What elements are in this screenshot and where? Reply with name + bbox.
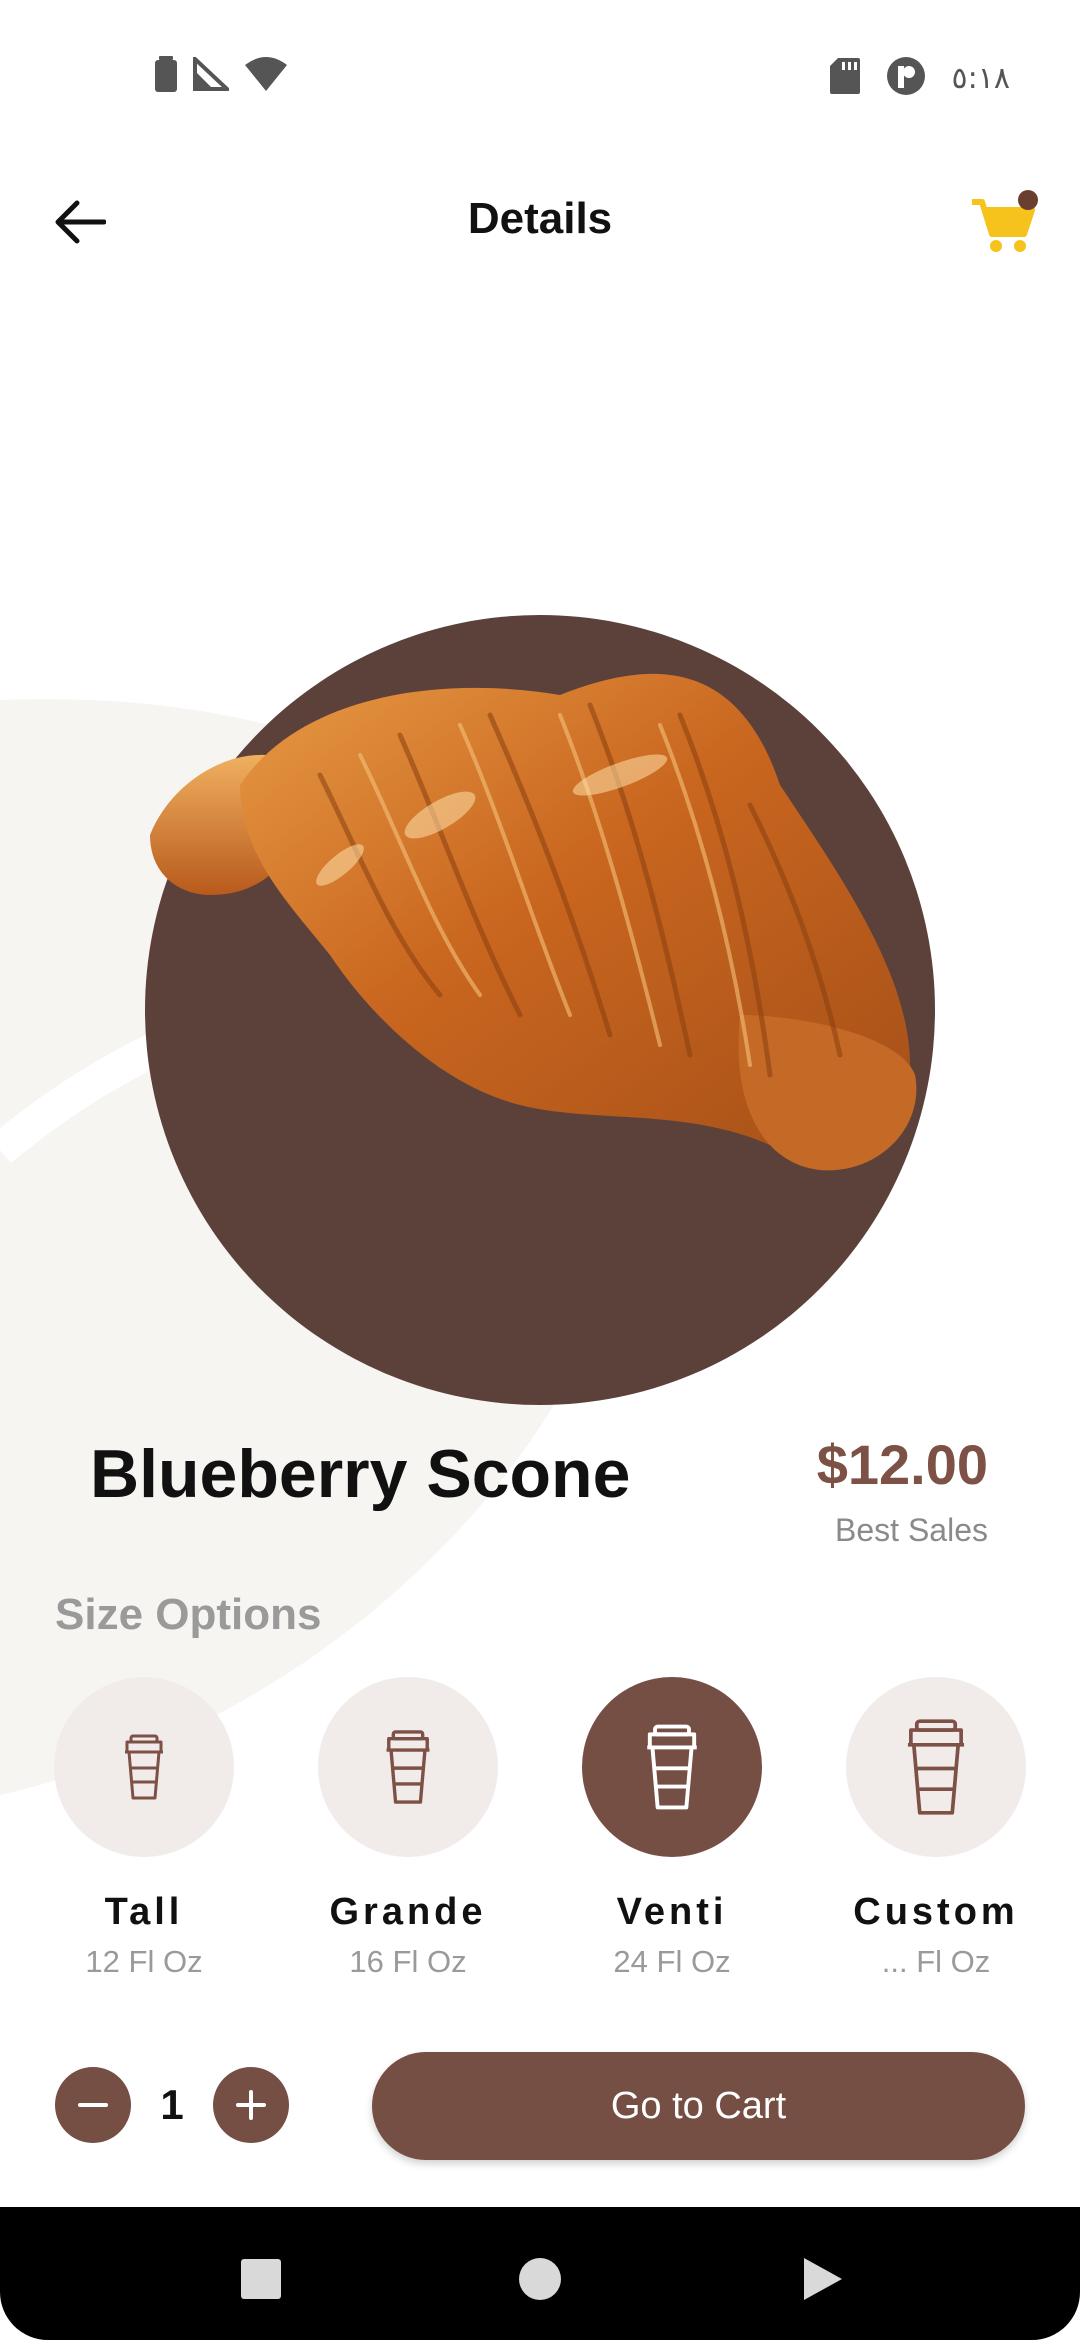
- recents-square-icon: [241, 2259, 281, 2299]
- size-options: Tall 12 Fl Oz Grande 16 Fl Oz Venti 24 F…: [0, 1677, 1080, 1997]
- size-option-tall[interactable]: Tall 12 Fl Oz: [34, 1677, 254, 1980]
- price-subtitle: Best Sales: [835, 1512, 988, 1548]
- app-notification-icon: [886, 56, 926, 101]
- shopping-cart-icon: [972, 190, 1038, 252]
- size-name: Grande: [329, 1891, 487, 1933]
- quantity-value: 1: [160, 2081, 184, 2128]
- increase-button[interactable]: [213, 2067, 289, 2143]
- system-nav-bar: [0, 2207, 1080, 2340]
- size-circle: [318, 1677, 498, 1857]
- product-name: Blueberry Scone: [90, 1436, 631, 1512]
- app-bar: Details: [0, 180, 1080, 270]
- quantity-stepper: 1: [55, 2067, 289, 2143]
- size-options-title: Size Options: [55, 1590, 322, 1639]
- size-option-venti[interactable]: Venti 24 Fl Oz: [562, 1677, 782, 1980]
- size-volume: ... Fl Oz: [881, 1944, 991, 1979]
- back-triangle-icon: [804, 2258, 842, 2300]
- croissant-image: [150, 673, 917, 1171]
- status-bar: ٥:١٨: [0, 0, 1080, 150]
- size-option-grande[interactable]: Grande 16 Fl Oz: [298, 1677, 518, 1980]
- cup-icon: [647, 1724, 697, 1810]
- battery-icon: [155, 56, 177, 97]
- status-time: ٥:١٨: [951, 61, 1010, 96]
- home-button[interactable]: [510, 2249, 570, 2309]
- size-volume: 16 Fl Oz: [349, 1944, 467, 1979]
- home-circle-icon: [519, 2258, 561, 2300]
- cart-button[interactable]: [970, 188, 1040, 258]
- size-option-custom[interactable]: Custom ... Fl Oz: [826, 1677, 1046, 1980]
- product-image: [145, 615, 935, 1405]
- cup-icon: [125, 1734, 163, 1800]
- status-left: [155, 54, 287, 97]
- size-name: Tall: [104, 1891, 184, 1933]
- plus-icon: [236, 2090, 266, 2120]
- cart-badge: [1018, 190, 1038, 210]
- recents-button[interactable]: [231, 2249, 291, 2309]
- size-volume: 12 Fl Oz: [85, 1944, 203, 1979]
- minus-icon: [78, 2103, 108, 2107]
- cup-icon: [386, 1730, 430, 1804]
- cup-icon: [907, 1719, 965, 1815]
- sd-card-icon: [829, 58, 860, 99]
- product-price: $12.00: [816, 1433, 988, 1496]
- size-name: Venti: [616, 1891, 728, 1933]
- size-circle: [582, 1677, 762, 1857]
- size-name: Custom: [853, 1891, 1019, 1933]
- go-to-cart-button[interactable]: Go to Cart: [372, 2052, 1025, 2160]
- size-circle: [846, 1677, 1026, 1857]
- size-circle: [54, 1677, 234, 1857]
- page-title: Details: [467, 194, 613, 243]
- size-volume: 24 Fl Oz: [613, 1944, 731, 1979]
- decrease-button[interactable]: [55, 2067, 131, 2143]
- back-nav-button[interactable]: [793, 2249, 853, 2309]
- status-right: ٥:١٨: [829, 56, 1010, 101]
- wifi-icon: [245, 57, 287, 96]
- details-screen: ٥:١٨ Details Blueberry Scone $12.00 Best…: [0, 0, 1080, 2340]
- signal-icon: [193, 54, 233, 96]
